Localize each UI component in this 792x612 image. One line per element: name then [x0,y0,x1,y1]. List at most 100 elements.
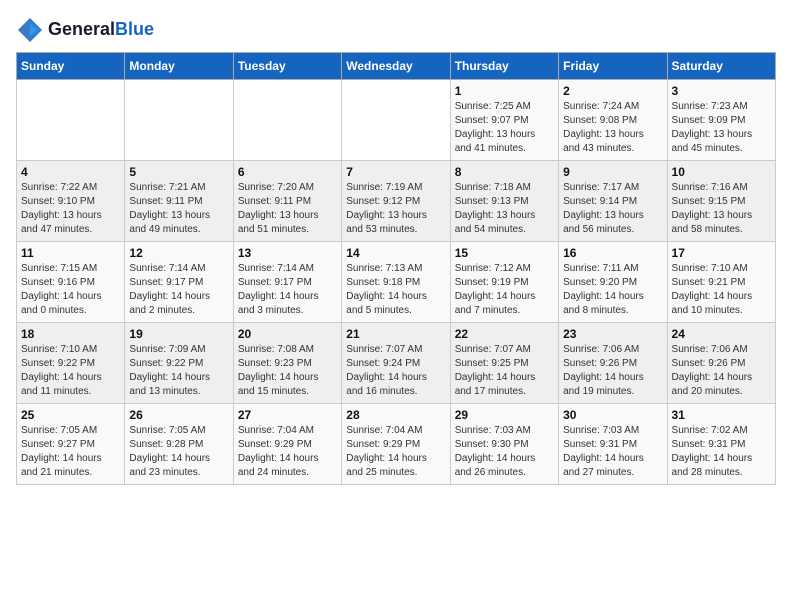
calendar-cell: 9 Sunrise: 7:17 AM Sunset: 9:14 PM Daylig… [559,161,667,242]
calendar-cell: 24 Sunrise: 7:06 AM Sunset: 9:26 PM Dayli… [667,323,775,404]
day-number: 25 [21,408,120,422]
day-number: 30 [563,408,662,422]
weekday-header-thursday: Thursday [450,53,558,80]
weekday-header-sunday: Sunday [17,53,125,80]
day-number: 18 [21,327,120,341]
weekday-header-saturday: Saturday [667,53,775,80]
day-number: 20 [238,327,337,341]
day-number: 1 [455,84,554,98]
day-detail: Sunrise: 7:12 AM Sunset: 9:19 PM Dayligh… [455,262,554,318]
day-number: 3 [672,84,771,98]
calendar-cell: 14Sunrise: 7:13 AM Sunset: 9:18 PM Dayli… [342,242,450,323]
day-number: 28 [346,408,445,422]
calendar-cell: 31 Sunrise: 7:02 AM Sunset: 9:31 PM Dayli… [667,404,775,485]
day-detail: Sunrise: 7:09 AM Sunset: 9:22 PM Dayligh… [129,343,228,399]
day-number: 4 [21,165,120,179]
day-detail: Sunrise: 7:11 AM Sunset: 9:20 PM Dayligh… [563,262,662,318]
day-detail: Sunrise: 7:06 AM Sunset: 9:26 PM Dayligh… [672,343,771,399]
day-detail: Sunrise: 7:18 AM Sunset: 9:13 PM Dayligh… [455,181,554,237]
calendar-cell: 19 Sunrise: 7:09 AM Sunset: 9:22 PM Dayli… [125,323,233,404]
logo: GeneralBlue [16,16,154,44]
logo-text: GeneralBlue [48,20,154,40]
day-number: 8 [455,165,554,179]
calendar-cell: 6Sunrise: 7:20 AM Sunset: 9:11 PM Daylig… [233,161,341,242]
page-header: GeneralBlue [16,16,776,44]
day-detail: Sunrise: 7:02 AM Sunset: 9:31 PM Dayligh… [672,424,771,480]
day-detail: Sunrise: 7:07 AM Sunset: 9:24 PM Dayligh… [346,343,445,399]
day-detail: Sunrise: 7:17 AM Sunset: 9:14 PM Dayligh… [563,181,662,237]
day-number: 19 [129,327,228,341]
logo-icon [16,16,44,44]
calendar-cell [342,80,450,161]
day-detail: Sunrise: 7:10 AM Sunset: 9:21 PM Dayligh… [672,262,771,318]
weekday-header-wednesday: Wednesday [342,53,450,80]
calendar-cell: 18 Sunrise: 7:10 AM Sunset: 9:22 PM Dayli… [17,323,125,404]
calendar-cell: 23 Sunrise: 7:06 AM Sunset: 9:26 PM Dayli… [559,323,667,404]
day-detail: Sunrise: 7:23 AM Sunset: 9:09 PM Dayligh… [672,100,771,156]
calendar-cell: 30 Sunrise: 7:03 AM Sunset: 9:31 PM Dayli… [559,404,667,485]
calendar-cell: 3 Sunrise: 7:23 AM Sunset: 9:09 PM Daylig… [667,80,775,161]
day-number: 9 [563,165,662,179]
day-detail: Sunrise: 7:03 AM Sunset: 9:30 PM Dayligh… [455,424,554,480]
day-detail: Sunrise: 7:22 AM Sunset: 9:10 PM Dayligh… [21,181,120,237]
day-detail: Sunrise: 7:14 AM Sunset: 9:17 PM Dayligh… [238,262,337,318]
day-number: 13 [238,246,337,260]
day-number: 24 [672,327,771,341]
calendar-cell: 16 Sunrise: 7:11 AM Sunset: 9:20 PM Dayli… [559,242,667,323]
day-detail: Sunrise: 7:21 AM Sunset: 9:11 PM Dayligh… [129,181,228,237]
day-number: 2 [563,84,662,98]
calendar-cell: 17 Sunrise: 7:10 AM Sunset: 9:21 PM Dayli… [667,242,775,323]
day-detail: Sunrise: 7:16 AM Sunset: 9:15 PM Dayligh… [672,181,771,237]
day-detail: Sunrise: 7:03 AM Sunset: 9:31 PM Dayligh… [563,424,662,480]
day-detail: Sunrise: 7:25 AM Sunset: 9:07 PM Dayligh… [455,100,554,156]
day-number: 10 [672,165,771,179]
day-detail: Sunrise: 7:24 AM Sunset: 9:08 PM Dayligh… [563,100,662,156]
day-detail: Sunrise: 7:06 AM Sunset: 9:26 PM Dayligh… [563,343,662,399]
day-number: 27 [238,408,337,422]
day-detail: Sunrise: 7:19 AM Sunset: 9:12 PM Dayligh… [346,181,445,237]
day-number: 5 [129,165,228,179]
day-detail: Sunrise: 7:14 AM Sunset: 9:17 PM Dayligh… [129,262,228,318]
day-detail: Sunrise: 7:04 AM Sunset: 9:29 PM Dayligh… [238,424,337,480]
day-detail: Sunrise: 7:15 AM Sunset: 9:16 PM Dayligh… [21,262,120,318]
day-number: 12 [129,246,228,260]
weekday-header-friday: Friday [559,53,667,80]
day-number: 26 [129,408,228,422]
day-number: 31 [672,408,771,422]
day-detail: Sunrise: 7:05 AM Sunset: 9:27 PM Dayligh… [21,424,120,480]
calendar-cell: 15 Sunrise: 7:12 AM Sunset: 9:19 PM Dayli… [450,242,558,323]
day-number: 11 [21,246,120,260]
day-number: 23 [563,327,662,341]
calendar-cell: 21 Sunrise: 7:07 AM Sunset: 9:24 PM Dayli… [342,323,450,404]
day-number: 21 [346,327,445,341]
day-detail: Sunrise: 7:08 AM Sunset: 9:23 PM Dayligh… [238,343,337,399]
day-detail: Sunrise: 7:10 AM Sunset: 9:22 PM Dayligh… [21,343,120,399]
day-number: 29 [455,408,554,422]
calendar-table: SundayMondayTuesdayWednesdayThursdayFrid… [16,52,776,485]
calendar-cell: 22 Sunrise: 7:07 AM Sunset: 9:25 PM Dayli… [450,323,558,404]
calendar-cell: 27 Sunrise: 7:04 AM Sunset: 9:29 PM Dayli… [233,404,341,485]
day-number: 7 [346,165,445,179]
calendar-cell [233,80,341,161]
calendar-cell: 20 Sunrise: 7:08 AM Sunset: 9:23 PM Dayli… [233,323,341,404]
day-number: 15 [455,246,554,260]
day-detail: Sunrise: 7:07 AM Sunset: 9:25 PM Dayligh… [455,343,554,399]
weekday-header-monday: Monday [125,53,233,80]
day-number: 17 [672,246,771,260]
calendar-cell: 13 Sunrise: 7:14 AM Sunset: 9:17 PM Dayli… [233,242,341,323]
day-detail: Sunrise: 7:13 AM Sunset: 9:18 PM Dayligh… [346,262,445,318]
calendar-cell: 7 Sunrise: 7:19 AM Sunset: 9:12 PM Daylig… [342,161,450,242]
calendar-cell [17,80,125,161]
calendar-cell: 25 Sunrise: 7:05 AM Sunset: 9:27 PM Dayli… [17,404,125,485]
day-detail: Sunrise: 7:05 AM Sunset: 9:28 PM Dayligh… [129,424,228,480]
day-number: 22 [455,327,554,341]
calendar-cell: 29 Sunrise: 7:03 AM Sunset: 9:30 PM Dayli… [450,404,558,485]
weekday-header-tuesday: Tuesday [233,53,341,80]
calendar-cell: 26 Sunrise: 7:05 AM Sunset: 9:28 PM Dayli… [125,404,233,485]
calendar-cell: 5 Sunrise: 7:21 AM Sunset: 9:11 PM Daylig… [125,161,233,242]
calendar-cell: 4 Sunrise: 7:22 AM Sunset: 9:10 PM Daylig… [17,161,125,242]
day-number: 16 [563,246,662,260]
calendar-cell: 1 Sunrise: 7:25 AM Sunset: 9:07 PM Daylig… [450,80,558,161]
day-number: 6 [238,165,337,179]
calendar-cell: 8 Sunrise: 7:18 AM Sunset: 9:13 PM Daylig… [450,161,558,242]
